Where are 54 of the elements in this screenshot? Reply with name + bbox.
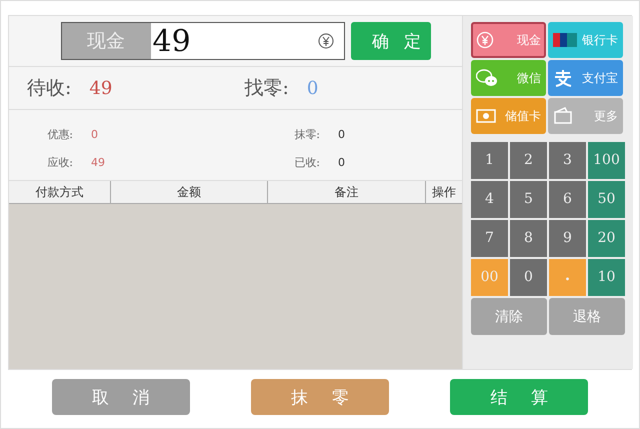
detail-label: 优惠: bbox=[46, 126, 73, 142]
payment-method-button[interactable]: 更多 bbox=[548, 98, 623, 134]
total-value: 0 bbox=[306, 78, 318, 98]
yen-icon bbox=[318, 33, 334, 49]
keypad-key[interactable]: 100 bbox=[588, 142, 625, 179]
keypad-key[interactable]: 10 bbox=[588, 259, 625, 296]
payment-method-button[interactable]: 现金 bbox=[471, 22, 546, 58]
keypad-key[interactable]: 0 bbox=[510, 259, 547, 296]
column-header: 备注 bbox=[268, 181, 426, 203]
keypad-key[interactable]: 50 bbox=[588, 181, 625, 218]
keypad-key[interactable]: 3 bbox=[549, 142, 586, 179]
detail-value: 0 bbox=[338, 128, 345, 140]
keypad-key[interactable]: 20 bbox=[588, 220, 625, 257]
total-value: 49 bbox=[89, 78, 112, 98]
wallet-icon bbox=[553, 107, 573, 125]
amount-field[interactable]: 现金 49 bbox=[60, 22, 344, 60]
keypad-key[interactable]: 9 bbox=[549, 220, 586, 257]
amount-value: 49 bbox=[152, 24, 192, 58]
payment-method-button[interactable]: 微信 bbox=[471, 60, 546, 96]
column-header: 金额 bbox=[111, 181, 268, 203]
total-label: 待收: bbox=[27, 76, 72, 101]
action-button[interactable]: 抹零 bbox=[250, 379, 389, 415]
yen-icon bbox=[476, 31, 494, 49]
keypad-key[interactable]: 2 bbox=[510, 142, 547, 179]
detail-value: 0 bbox=[338, 156, 345, 168]
method-label: 现金 bbox=[62, 23, 150, 59]
keypad-key[interactable]: 4 bbox=[471, 181, 508, 218]
payment-method-button[interactable]: 银行卡 bbox=[548, 22, 623, 58]
payment-method-button[interactable]: 支付宝 bbox=[548, 60, 623, 96]
detail-value: 0 bbox=[91, 128, 98, 140]
card-logo-icon bbox=[553, 33, 577, 47]
column-header: 操作 bbox=[431, 184, 457, 200]
detail-label: 抹零: bbox=[293, 126, 320, 142]
confirm-button[interactable]: 确定 bbox=[350, 22, 430, 60]
keypad-key[interactable]: 7 bbox=[471, 220, 508, 257]
card-icon bbox=[476, 109, 496, 123]
total-label: 找零: bbox=[244, 76, 289, 101]
keypad-key[interactable]: 00 bbox=[471, 259, 508, 296]
payment-method-button[interactable]: 储值卡 bbox=[471, 98, 546, 134]
keypad-key[interactable]: 1 bbox=[471, 142, 508, 179]
column-header: 付款方式 bbox=[9, 181, 111, 203]
keypad-key[interactable]: . bbox=[549, 259, 586, 296]
payment-logo-icon bbox=[553, 69, 573, 87]
keypad-key[interactable]: 8 bbox=[510, 220, 547, 257]
chat-bubbles-icon bbox=[476, 69, 498, 87]
detail-label: 应收: bbox=[46, 154, 73, 170]
action-button[interactable]: 取消 bbox=[52, 379, 190, 415]
keypad-key[interactable]: 5 bbox=[510, 181, 547, 218]
detail-label: 已收: bbox=[293, 154, 320, 170]
edit-key[interactable]: 退格 bbox=[549, 298, 625, 335]
edit-key[interactable]: 清除 bbox=[471, 298, 547, 335]
keypad-key[interactable]: 6 bbox=[549, 181, 586, 218]
detail-value: 49 bbox=[91, 156, 105, 168]
action-button[interactable]: 结算 bbox=[450, 379, 588, 415]
